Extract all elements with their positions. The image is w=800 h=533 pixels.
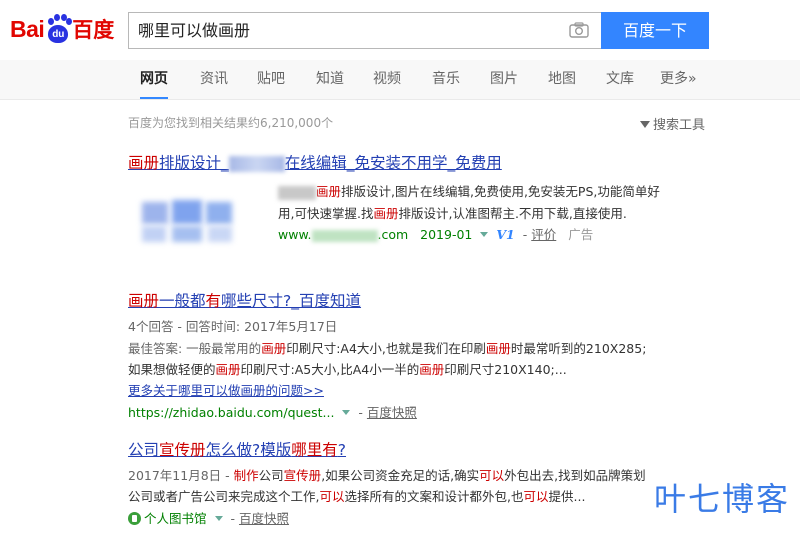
result-1-url-tld[interactable]: .com xyxy=(378,227,409,242)
answer-text: 最佳答案: 一般最常用的 xyxy=(128,341,262,356)
dropdown-arrow-icon[interactable] xyxy=(480,232,489,237)
result-3-source[interactable]: 个人图书馆 xyxy=(144,511,207,526)
title-part: 怎么做?模版 xyxy=(205,441,292,459)
logo-chinese: 百度 xyxy=(72,18,115,42)
desc-highlight: 可以 xyxy=(319,489,345,504)
filter-icon xyxy=(640,121,650,128)
result-count: 百度为您找到相关结果约6,210,000个 xyxy=(128,116,334,130)
title-highlight: 画册 xyxy=(128,292,160,310)
result-2-title[interactable]: 画册一般都有哪些尺寸?_百度知道 xyxy=(128,289,361,311)
result-1-title[interactable]: 画册排版设计_ 在线编辑_免安装不用学_免费用 xyxy=(128,151,502,173)
desc-text: 选择所有的文案和设计都外包,也 xyxy=(344,489,524,504)
snapshot-link[interactable]: 百度快照 xyxy=(239,511,289,526)
blurred-text xyxy=(278,185,316,200)
logo-latin: Bai xyxy=(10,15,45,42)
desc-highlight: 制作 xyxy=(233,468,259,483)
logo-paw-text: du xyxy=(48,25,69,43)
baidu-logo[interactable]: Bai du 百度 xyxy=(10,12,114,46)
title-highlight: 画册 xyxy=(128,154,160,172)
tab-more[interactable]: 更多» xyxy=(660,60,697,99)
camera-icon[interactable] xyxy=(569,22,589,38)
blurred-brand xyxy=(228,155,285,172)
nav-tabs: 网页 资讯 贴吧 知道 视频 音乐 图片 地图 文库 更多» xyxy=(0,60,800,100)
title-part: 在线编辑_免安装不用学_免费用 xyxy=(284,154,502,172)
answer-highlight: 画册 xyxy=(485,341,511,356)
ad-label: 广告 xyxy=(568,227,594,242)
search-tools-label: 搜索工具 xyxy=(653,118,706,133)
result-3-desc-line2: 公司或者广告公司来完成这个工作,可以选择所有的文案和设计都外包,也可以提供... xyxy=(128,486,585,505)
title-highlight: 有 xyxy=(205,292,222,310)
tab-zhidao[interactable]: 知道 xyxy=(316,60,344,99)
answer-text: 时最常听到的210X285; xyxy=(510,341,647,356)
answer-text: 印刷尺寸:A4大小,也就是我们在印刷 xyxy=(286,341,486,356)
answer-text: 印刷尺寸210X140;... xyxy=(444,362,567,377)
desc-highlight: 可以 xyxy=(523,489,549,504)
result-2-answer-line2: 如果想做轻便的画册印刷尺寸:A5大小,比A4小一半的画册印刷尺寸210X140;… xyxy=(128,359,567,378)
dropdown-arrow-icon[interactable] xyxy=(342,410,351,415)
title-part: 一般都 xyxy=(159,292,206,310)
blurred-url xyxy=(311,229,378,242)
header: Bai du 百度 哪里可以做画册 百度一下 xyxy=(0,0,800,60)
result-1-date: 2019-01 xyxy=(420,227,473,242)
desc-text: 公司 xyxy=(258,468,284,483)
desc-highlight: 画册 xyxy=(316,184,342,199)
watermark: 叶七博客 xyxy=(654,480,791,518)
answer-highlight: 画册 xyxy=(419,362,445,377)
title-part: ? xyxy=(337,441,347,459)
tab-music[interactable]: 音乐 xyxy=(432,60,460,99)
tab-web[interactable]: 网页 xyxy=(140,60,168,99)
result-2-meta: 4个回答 - 回答时间: 2017年5月17日 xyxy=(128,319,338,334)
snapshot-link[interactable]: 百度快照 xyxy=(367,405,417,420)
result-3-source-row: 个人图书馆 - 百度快照 xyxy=(128,508,289,527)
rating-link[interactable]: 评价 xyxy=(531,227,556,242)
library-icon xyxy=(128,512,141,525)
more-questions-link[interactable]: 更多关于哪里可以做画册的问题>> xyxy=(128,380,324,399)
search-button[interactable]: 百度一下 xyxy=(601,12,709,49)
answer-highlight: 画册 xyxy=(215,362,241,377)
tab-wenku[interactable]: 文库 xyxy=(606,60,634,99)
desc-highlight: 画册 xyxy=(373,206,399,221)
title-part: 哪些尺寸?_百度知道 xyxy=(221,292,362,310)
title-highlight: 哪里有 xyxy=(291,441,338,459)
answer-highlight: 画册 xyxy=(261,341,287,356)
result-2-url[interactable]: https://zhidao.baidu.com/quest... xyxy=(128,405,334,420)
tab-maps[interactable]: 地图 xyxy=(548,60,576,99)
desc-highlight: 宣传册 xyxy=(283,468,322,483)
v1-badge[interactable]: V1 xyxy=(496,227,514,242)
desc-text: 公司或者广告公司来完成这个工作, xyxy=(128,489,320,504)
desc-text: 外包出去,找到如品牌策划 xyxy=(504,468,646,483)
desc-text: 用,可快速掌握.找 xyxy=(278,206,374,221)
title-highlight: 宣传册 xyxy=(159,441,206,459)
search-box[interactable]: 哪里可以做画册 xyxy=(128,12,602,49)
answer-text: 如果想做轻便的 xyxy=(128,362,216,377)
paw-icon: du xyxy=(45,14,73,44)
result-1-desc-line2: 用,可快速掌握.找画册排版设计,认准图帮主.不用下载,直接使用. xyxy=(278,203,627,222)
desc-text: 排版设计,认准图帮主.不用下载,直接使用. xyxy=(398,206,627,221)
title-part: 排版设计_ xyxy=(159,154,229,172)
result-3-desc-line1: 2017年11月8日 - 制作公司宣传册,如果公司资金充足的话,确实可以外包出去… xyxy=(128,465,646,484)
desc-text: 排版设计,图片在线编辑,免费使用,免安装无PS,功能简单好 xyxy=(341,184,660,199)
search-tools[interactable]: 搜索工具 xyxy=(640,114,705,133)
answer-text: 印刷尺寸:A5大小,比A4小一半的 xyxy=(240,362,420,377)
tab-tieba[interactable]: 贴吧 xyxy=(257,60,285,99)
result-1-url[interactable]: www. xyxy=(278,227,312,242)
result-1-meta: www. .com 2019-01 V1 - 评价 广告 xyxy=(278,227,594,242)
result-2-url-row: https://zhidao.baidu.com/quest... - 百度快照 xyxy=(128,405,417,420)
tab-images[interactable]: 图片 xyxy=(490,60,518,99)
desc-text: 提供... xyxy=(548,489,586,504)
desc-text: ,如果公司资金充足的话,确实 xyxy=(321,468,480,483)
desc-highlight: 可以 xyxy=(479,468,505,483)
result-2-answer-line1: 最佳答案: 一般最常用的画册印刷尺寸:A4大小,也就是我们在印刷画册时最常听到的… xyxy=(128,338,646,357)
tab-news[interactable]: 资讯 xyxy=(200,60,228,99)
dropdown-arrow-icon[interactable] xyxy=(214,516,223,521)
search-input[interactable]: 哪里可以做画册 xyxy=(138,13,558,48)
result-1-thumbnail[interactable] xyxy=(128,182,254,262)
date-text: 2017年11月8日 - xyxy=(128,468,234,483)
result-3-title[interactable]: 公司宣传册怎么做?模版哪里有? xyxy=(128,438,346,460)
result-1-desc-line1: 画册排版设计,图片在线编辑,免费使用,免安装无PS,功能简单好 xyxy=(278,181,660,200)
tab-video[interactable]: 视频 xyxy=(373,60,401,99)
title-part: 公司 xyxy=(128,441,160,459)
